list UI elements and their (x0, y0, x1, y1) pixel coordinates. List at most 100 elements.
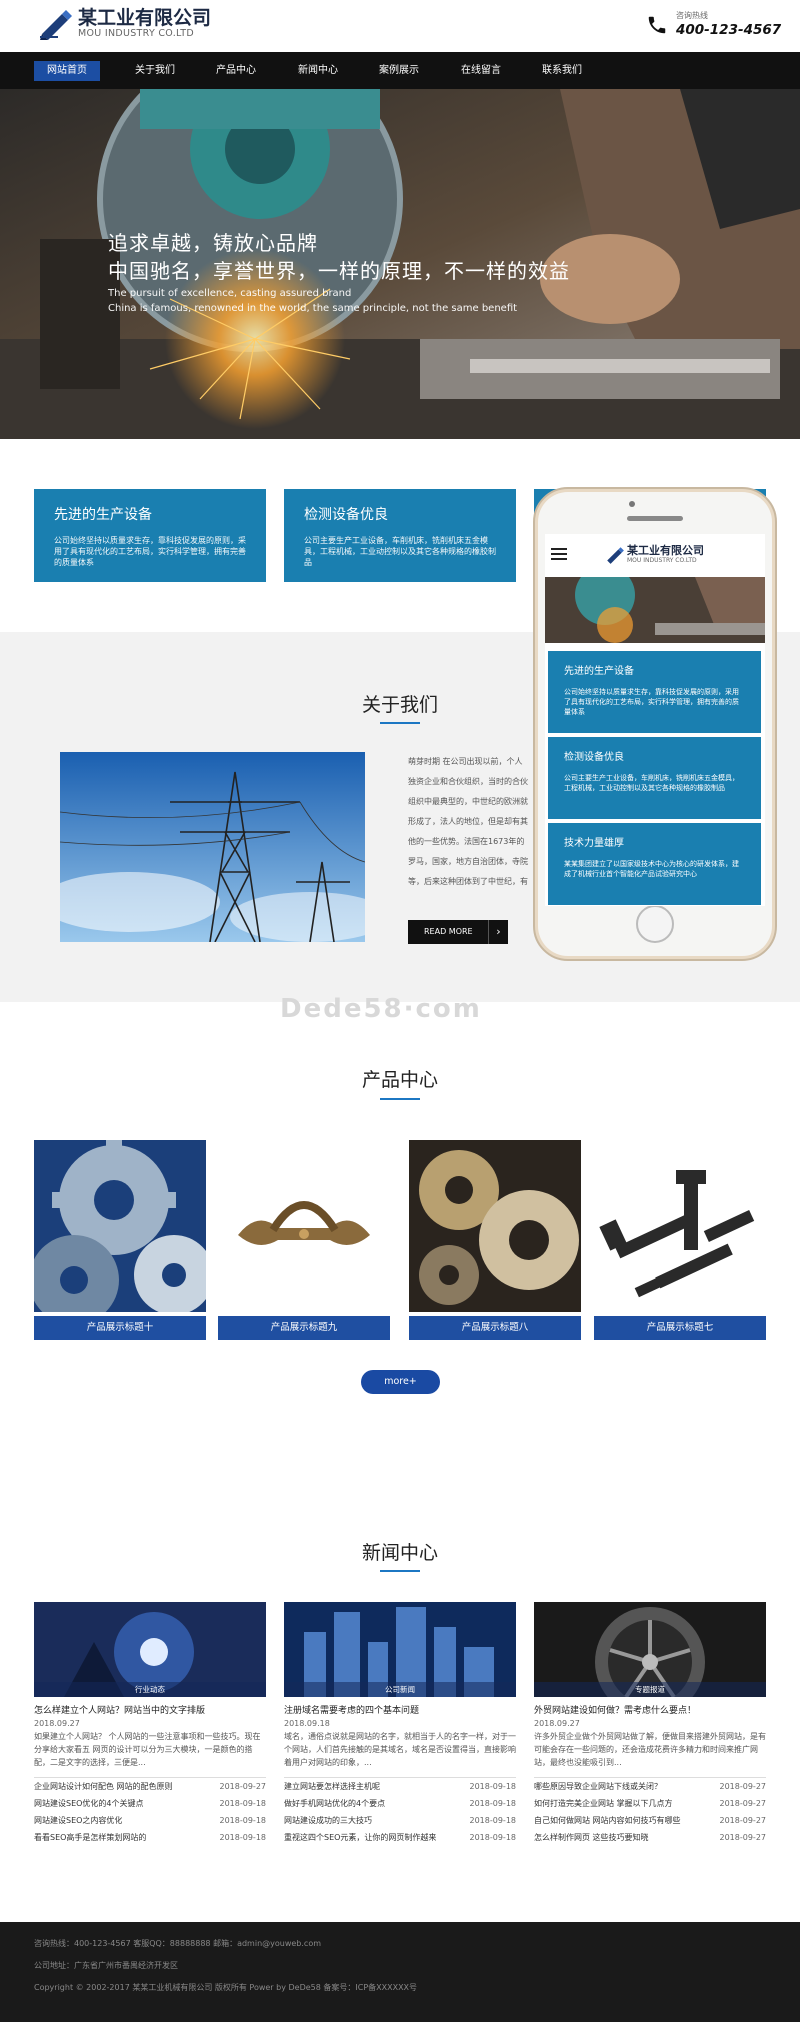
products-title-underline (380, 1098, 420, 1100)
product-card[interactable]: 产品展示标题九 (218, 1140, 390, 1340)
mobile-company-name: 某工业有限公司 (627, 544, 704, 557)
news-list-item[interactable]: 做好手机网站优化的4个要点 2018-09-18 (284, 1795, 516, 1812)
news-summary: 如果建立个人网站？ 个人网站的一些注意事项和一些技巧。现在分享给大家看五 网页的… (34, 1732, 261, 1767)
news-list-date: 2018-09-18 (219, 1816, 267, 1825)
news-list-item[interactable]: 网站建设成功的三大技巧 2018-09-18 (284, 1812, 516, 1829)
news-list-date: 2018-09-27 (719, 1782, 767, 1791)
hero-en-1: The pursuit of excellence, casting assur… (108, 288, 352, 299)
product-label: 产品展示标题十 (34, 1316, 206, 1340)
read-more-arrow-icon[interactable]: › (488, 920, 508, 944)
hero-headline-2: 中国驰名，享誉世界，一样的原理，不一样的效益 (108, 259, 570, 283)
product-card[interactable]: 产品展示标题八 (409, 1140, 581, 1340)
feature-desc: 公司始终坚持以质量求生存，靠科技促发展的原则，采用了具有现代化的工艺布局，实行科… (54, 536, 246, 567)
nav-item-message[interactable]: 在线留言 (448, 61, 514, 81)
product-label: 产品展示标题八 (409, 1316, 581, 1340)
news-category: 行业动态 (34, 1682, 266, 1697)
hero-text: 追求卓越，铸放心品牌 中国驰名，享誉世界，一样的原理，不一样的效益 The pu… (108, 229, 570, 315)
news-list-item[interactable]: 哪些原因导致企业网站下线或关闭？ 2018-09-27 (534, 1778, 766, 1795)
news-headline[interactable]: 外贸网站建设如何做？需考虑什么要点！ (534, 1704, 766, 1718)
hero-banner: 追求卓越，铸放心品牌 中国驰名，享誉世界，一样的原理，不一样的效益 The pu… (0, 89, 800, 439)
feature-card[interactable]: 先进的生产设备 公司始终坚持以质量求生存，靠科技促发展的原则，采用了具有现代化的… (34, 489, 266, 582)
hotline-number: 400-123-4567 (676, 22, 782, 38)
news-list-date: 2018-09-18 (469, 1816, 517, 1825)
feature-card[interactable]: 检测设备优良 公司主要生产工业设备，车削机床，铣削机床五金模具，工程机械，工业动… (284, 489, 516, 582)
news-list-title: 企业网站设计如何配色 网站的配色原则 (34, 1782, 173, 1791)
footer-contact: 咨询热线：400-123-4567 客服QQ：88888888 邮箱：admin… (34, 1939, 322, 1948)
mobile-feature-desc: 公司始终坚持以质量求生存，靠科技促发展的原则，采用了具有现代化的工艺布局，实行科… (564, 688, 739, 716)
products-title: 产品中心 (361, 1069, 438, 1091)
pen-logo-icon (607, 547, 624, 564)
news-list-item[interactable]: 自己如何做网站 网站内容如何技巧有哪些 2018-09-27 (534, 1812, 766, 1829)
nav-item-contact[interactable]: 联系我们 (529, 61, 595, 81)
news-list-item[interactable]: 网站建设SEO优化的4个关键点 2018-09-18 (34, 1795, 266, 1812)
news-summary: 许多外贸企业做个外贸网站做了解，便做目来搭建外贸网站，是有可能会存在一些问题的，… (534, 1732, 766, 1767)
news-list-item[interactable]: 网站建设SEO之内容优化 2018-09-18 (34, 1812, 266, 1829)
news-title-underline (380, 1570, 420, 1572)
product-image-mechanism (409, 1140, 581, 1312)
news-list-title: 怎么样制作网页 这些技巧要知晓 (534, 1833, 649, 1842)
nav-item-cases[interactable]: 案例展示 (366, 61, 432, 81)
news-list-date: 2018-09-27 (719, 1816, 767, 1825)
product-image-handle (218, 1140, 390, 1312)
news-column: 专题报道 外贸网站建设如何做？需考虑什么要点！ 2018.09.27 许多外贸企… (534, 1602, 766, 1846)
hotline: 咨询热线 400-123-4567 (646, 10, 781, 39)
product-label: 产品展示标题七 (594, 1316, 766, 1340)
power-tower-image (60, 752, 365, 942)
news-list-title: 自己如何做网站 网站内容如何技巧有哪些 (534, 1816, 681, 1825)
mobile-feature-title: 先进的生产设备 (564, 666, 634, 677)
news-headline[interactable]: 怎么样建立个人网站？网站当中的文字排版 (34, 1704, 266, 1718)
product-image-bolts (594, 1140, 766, 1312)
product-card[interactable]: 产品展示标题十 (29, 1140, 214, 1340)
news-image[interactable]: 专题报道 (534, 1602, 766, 1697)
news-column: 行业动态 怎么样建立个人网站？网站当中的文字排版 2018.09.27 如果建立… (34, 1602, 266, 1846)
hamburger-menu-icon[interactable] (551, 548, 567, 560)
news-list-date: 2018-09-27 (719, 1799, 767, 1808)
news-list-item[interactable]: 怎么样制作网页 这些技巧要知晓 2018-09-27 (534, 1829, 766, 1846)
news-column: 公司新闻 注册域名需要考虑的四个基本问题 2018.09.18 域名，通俗点说就… (284, 1602, 516, 1846)
mobile-feature-card[interactable]: 技术力量雄厚 某某集团建立了以国家级技术中心为核心的研发体系，建成了机械行业首个… (548, 823, 761, 905)
pen-logo-icon (40, 10, 72, 40)
news-date: 2018.09.27 (534, 1719, 580, 1728)
mobile-logo: 某工业有限公司 MOU INDUSTRY CO.LTD (605, 545, 704, 565)
news-list-item[interactable]: 重视这四个SEO元素，让你的网页制作越来 2018-09-18 (284, 1829, 516, 1846)
mobile-feature-card[interactable]: 先进的生产设备 公司始终坚持以质量求生存，靠科技促发展的原则，采用了具有现代化的… (548, 651, 761, 733)
about-text: 萌芽时期 在公司出现以前，个人独资企业和合伙组织，当时的合伙组织中最典型的，中世… (408, 757, 528, 886)
news-summary: 域名，通俗点说就是网站的名字，就相当于人的名字一样，对于一个网站，人们首先接触的… (284, 1732, 516, 1767)
company-name-en: MOU INDUSTRY CO.LTD (78, 28, 195, 39)
news-list-item[interactable]: 看看SEO高手是怎样策划网站的 2018-09-18 (34, 1829, 266, 1846)
product-card[interactable]: 产品展示标题七 (594, 1140, 766, 1340)
news-category: 公司新闻 (284, 1682, 516, 1697)
nav-item-about[interactable]: 关于我们 (122, 61, 188, 81)
logo[interactable]: 某工业有限公司 MOU INDUSTRY CO.LTD (38, 8, 211, 40)
news-list-item[interactable]: 如何打造完美企业网站 掌握以下几点方 2018-09-27 (534, 1795, 766, 1812)
nav-item-home[interactable]: 网站首页 (34, 61, 100, 81)
news-category: 专题报道 (534, 1682, 766, 1697)
about-title-underline (380, 722, 420, 724)
products-more-button[interactable]: more+ (361, 1370, 440, 1394)
news-date: 2018.09.27 (34, 1719, 80, 1728)
mobile-company-name-en: MOU INDUSTRY CO.LTD (627, 557, 697, 564)
hero-headline-1: 追求卓越，铸放心品牌 (108, 231, 318, 255)
news-image[interactable]: 行业动态 (34, 1602, 266, 1697)
feature-title: 先进的生产设备 (54, 507, 152, 523)
nav-item-products[interactable]: 产品中心 (203, 61, 269, 81)
news-date: 2018.09.18 (284, 1719, 330, 1728)
mobile-feature-title: 技术力量雄厚 (564, 838, 624, 849)
site-header: 某工业有限公司 MOU INDUSTRY CO.LTD 咨询热线 400-123… (0, 0, 800, 52)
news-headline[interactable]: 注册域名需要考虑的四个基本问题 (284, 1704, 516, 1718)
mobile-feature-card[interactable]: 检测设备优良 公司主要生产工业设备，车削机床，铣削机床五金模具，工程机械，工业动… (548, 737, 761, 819)
hotline-caption: 咨询热线 (676, 11, 708, 20)
news-list-item[interactable]: 企业网站设计如何配色 网站的配色原则 2018-09-27 (34, 1778, 266, 1795)
feature-title: 检测设备优良 (304, 507, 388, 523)
news-list-item[interactable]: 建立网站要怎样选择主机呢 2018-09-18 (284, 1778, 516, 1795)
feature-desc: 公司主要生产工业设备，车削机床，铣削机床五金模具，工程机械，工业动控制以及其它各… (304, 536, 496, 567)
nav-item-news[interactable]: 新闻中心 (285, 61, 351, 81)
mobile-feature-title: 检测设备优良 (564, 752, 624, 763)
phone-icon (648, 16, 666, 33)
hero-en-2: China is famous, renowned in the world, … (108, 303, 518, 314)
news-list-title: 看看SEO高手是怎样策划网站的 (34, 1833, 147, 1842)
news-list-title: 建立网站要怎样选择主机呢 (284, 1782, 380, 1791)
product-image-gears (29, 1140, 214, 1325)
footer-copyright: Copyright © 2002-2017 某某工业机械有限公司 版权所有 Po… (34, 1983, 418, 1992)
news-image[interactable]: 公司新闻 (284, 1602, 516, 1697)
